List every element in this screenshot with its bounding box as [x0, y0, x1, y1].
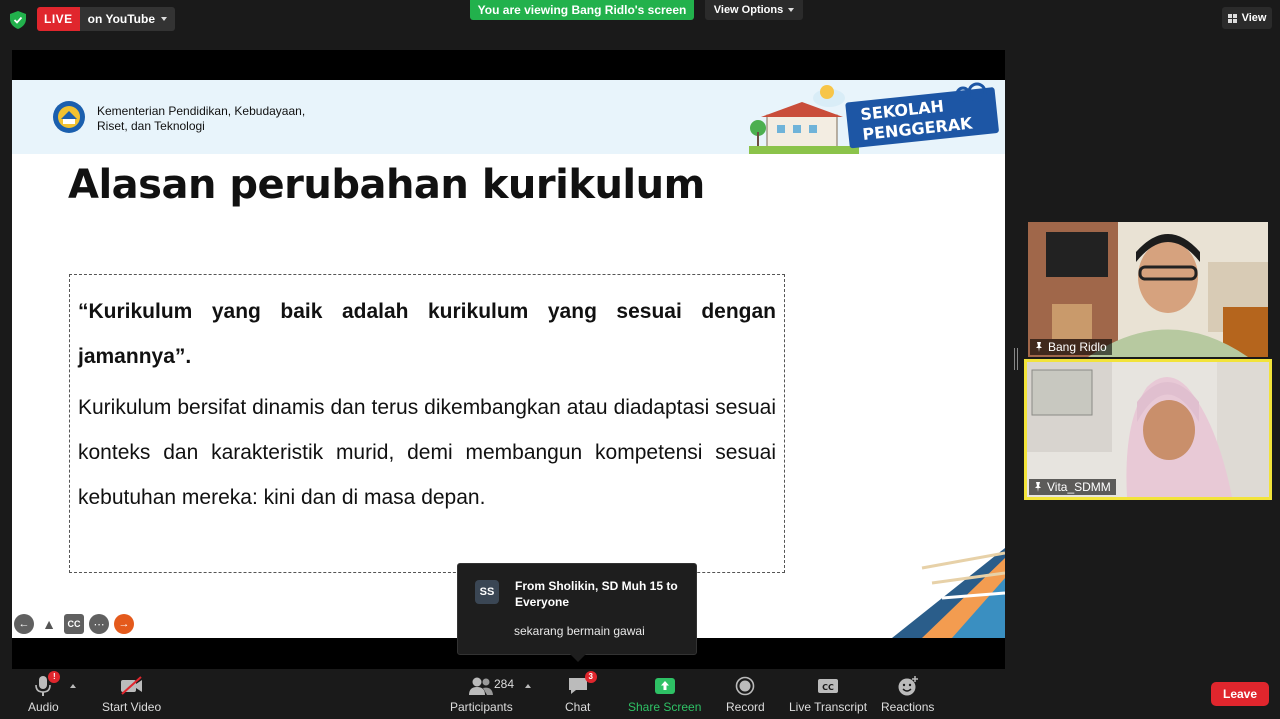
participants-icon	[468, 674, 494, 698]
view-options-button[interactable]: View Options	[705, 0, 803, 20]
corner-decoration	[892, 548, 1005, 638]
ministry-name-line1: Kementerian Pendidikan, Kebudayaan,	[97, 104, 306, 118]
ministry-name-line2: Riset, dan Teknologi	[97, 119, 205, 133]
slide-title: Alasan perubahan kurikulum	[68, 162, 705, 208]
closed-captions-icon: CC	[817, 674, 839, 698]
live-stream-indicator[interactable]: LIVE on YouTube	[37, 7, 175, 31]
reactions-button[interactable]: Reactions	[881, 674, 934, 714]
start-video-button[interactable]: Start Video	[102, 674, 161, 714]
live-badge: LIVE	[37, 7, 80, 31]
audio-button[interactable]: ! Audio	[28, 671, 61, 714]
reactions-label: Reactions	[881, 700, 935, 714]
svg-text:CC: CC	[822, 683, 834, 692]
participant-name-label: Vita_SDMM	[1029, 479, 1116, 495]
view-button[interactable]: View	[1222, 7, 1272, 29]
start-video-label: Start Video	[102, 700, 162, 714]
record-icon	[735, 674, 755, 698]
ministry-name: Kementerian Pendidikan, Kebudayaan, Rise…	[97, 104, 305, 134]
chevron-up-icon[interactable]	[525, 684, 531, 688]
more-options-icon[interactable]: ⋯	[89, 614, 109, 634]
captions-icon[interactable]: CC	[64, 614, 84, 634]
participant-count: 284	[494, 677, 515, 691]
top-bar: LIVE on YouTube You are viewing Bang Rid…	[0, 0, 1280, 40]
chat-icon: 3	[567, 671, 597, 698]
previous-slide-icon[interactable]: ←	[14, 614, 34, 634]
quote-box: “Kurikulum yang baik adalah kurikulum ya…	[69, 274, 785, 573]
pen-tool-icon[interactable]: ▲	[39, 614, 59, 634]
live-transcript-button[interactable]: CC Live Transcript	[789, 674, 867, 714]
view-button-label: View	[1241, 12, 1267, 24]
pin-icon	[1036, 342, 1042, 352]
security-shield-icon[interactable]	[10, 11, 26, 29]
record-label: Record	[726, 700, 765, 714]
live-destination-label: on YouTube	[87, 12, 155, 26]
sekolah-penggerak-logo: SEKOLAH PENGGERAK	[749, 80, 1005, 154]
video-off-icon	[119, 674, 145, 698]
view-options-label: View Options	[713, 4, 784, 16]
chevron-down-icon	[788, 8, 795, 12]
participants-label: Participants	[450, 700, 513, 714]
chat-label: Chat	[565, 700, 591, 714]
chat-button[interactable]: 3 Chat	[565, 671, 597, 714]
live-destination-dropdown[interactable]: on YouTube	[79, 7, 175, 31]
body-text: Kurikulum bersifat dinamis dan terus dik…	[78, 396, 776, 509]
record-button[interactable]: Record	[726, 674, 765, 714]
live-transcript-label: Live Transcript	[789, 700, 868, 714]
participant-name: Vita_SDMM	[1047, 480, 1111, 494]
slide-controls: ← ▲ CC ⋯ →	[14, 614, 134, 634]
smiley-add-icon	[897, 674, 919, 698]
share-screen-button[interactable]: Share Screen	[628, 674, 701, 714]
chat-sender: From Sholikin, SD Muh 15 to Everyone	[515, 579, 678, 609]
microphone-icon: !	[34, 671, 61, 698]
next-slide-icon[interactable]: →	[114, 614, 134, 634]
audio-label: Audio	[28, 700, 59, 714]
share-screen-icon	[654, 674, 676, 698]
meeting-toolbar: ! Audio Start Video Participants 284 3 C…	[0, 669, 1280, 719]
viewing-screen-banner: You are viewing Bang Ridlo's screen	[470, 0, 694, 20]
participant-video-feed	[1028, 222, 1268, 357]
avatar: SS	[475, 580, 499, 604]
chevron-up-icon[interactable]	[70, 684, 76, 688]
kemdikbud-logo-icon	[53, 101, 85, 133]
chat-unread-badge: 3	[584, 671, 597, 683]
grid-view-icon	[1227, 13, 1237, 23]
panel-resize-handle[interactable]	[1014, 348, 1018, 370]
chevron-down-icon	[161, 17, 167, 21]
participant-name-label: Bang Ridlo	[1030, 339, 1112, 355]
share-screen-label: Share Screen	[628, 700, 702, 714]
participant-video-tile-active-speaker[interactable]: Vita_SDMM	[1024, 359, 1272, 500]
pin-icon	[1035, 482, 1041, 492]
quote-text: “Kurikulum yang baik adalah kurikulum ya…	[78, 300, 776, 368]
participant-name: Bang Ridlo	[1048, 340, 1107, 354]
chat-notification[interactable]: SS From Sholikin, SD Muh 15 to Everyone …	[457, 563, 697, 662]
participant-video-tile[interactable]: Bang Ridlo	[1028, 222, 1268, 357]
audio-warning-badge: !	[48, 671, 61, 683]
participant-video-feed	[1027, 362, 1269, 497]
presentation-slide: Kementerian Pendidikan, Kebudayaan, Rise…	[12, 80, 1005, 638]
slide-header: Kementerian Pendidikan, Kebudayaan, Rise…	[12, 80, 1005, 154]
chat-message: sekarang bermain gawai	[514, 624, 645, 638]
zoom-meeting-window: LIVE on YouTube You are viewing Bang Rid…	[0, 0, 1280, 719]
leave-button[interactable]: Leave	[1211, 682, 1269, 706]
